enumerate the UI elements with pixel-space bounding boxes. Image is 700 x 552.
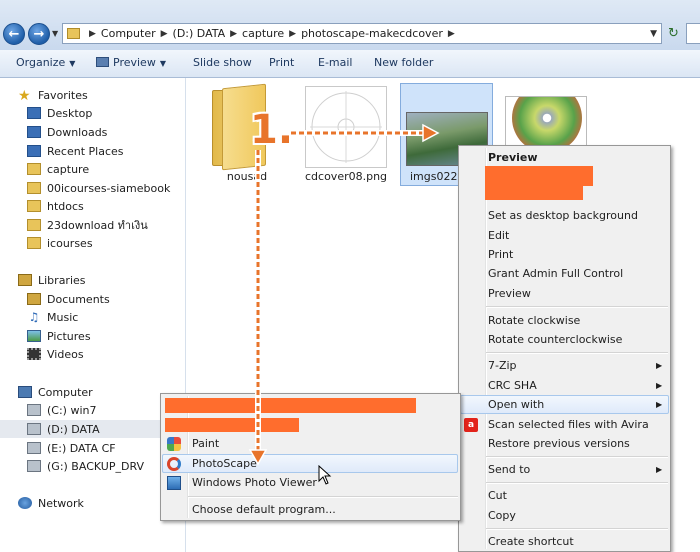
- tutorial-arrows: [248, 123, 440, 466]
- mouse-cursor-icon: [318, 465, 332, 485]
- step-number-label: 1.: [250, 107, 294, 153]
